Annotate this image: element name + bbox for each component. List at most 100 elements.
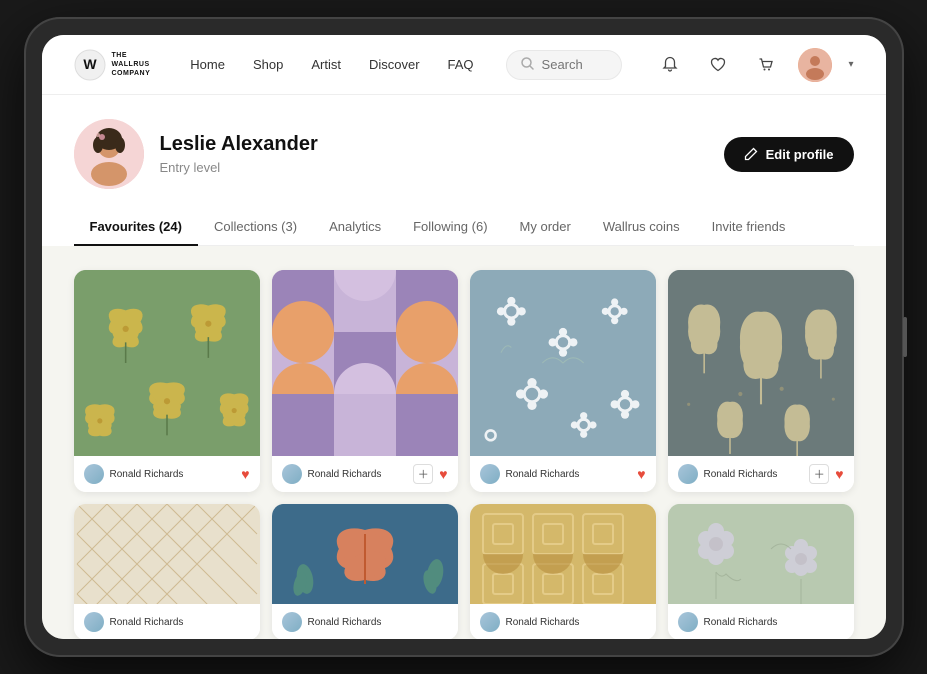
profile-avatar: [74, 119, 144, 189]
card-footer-2: Ronald Richards ＋ ♥: [272, 456, 458, 492]
art-image-7: [470, 504, 656, 604]
card-footer-8: Ronald Richards: [668, 604, 854, 639]
card-footer-5: Ronald Richards: [74, 604, 260, 639]
artist-name-2: Ronald Richards: [308, 469, 382, 480]
art-image-3: [470, 270, 656, 456]
profile-header: Leslie Alexander Entry level Edit profil…: [74, 119, 854, 189]
search-input[interactable]: [542, 57, 608, 72]
art-card-8[interactable]: Ronald Richards: [668, 504, 854, 639]
content-area: Ronald Richards ♥: [42, 246, 886, 639]
art-image-4: [668, 270, 854, 456]
avatar-chevron-icon: ▾: [848, 59, 853, 70]
nav-artist[interactable]: Artist: [311, 57, 341, 72]
card-footer-1: Ronald Richards ♥: [74, 456, 260, 492]
add-to-collection-icon-4[interactable]: ＋: [809, 464, 829, 484]
profile-avatar-img: [74, 119, 144, 189]
art-image-2: [272, 270, 458, 456]
heart-icon-4[interactable]: ♥: [835, 466, 843, 482]
art-image-5: [74, 504, 260, 604]
tab-wallrus-coins[interactable]: Wallrus coins: [587, 209, 696, 246]
profile-text: Leslie Alexander Entry level: [160, 133, 318, 175]
art-card-6[interactable]: Ronald Richards: [272, 504, 458, 639]
card-footer-4: Ronald Richards ＋ ♥: [668, 456, 854, 492]
tablet-screen: W THE WALLRUS COMPANY Home Shop Artist D…: [42, 35, 886, 639]
tab-analytics[interactable]: Analytics: [313, 209, 397, 246]
heart-icon-3[interactable]: ♥: [637, 466, 645, 482]
artist-info-5: Ronald Richards: [84, 612, 184, 632]
edit-profile-button[interactable]: Edit profile: [724, 137, 854, 172]
artist-avatar-7: [480, 612, 500, 632]
card-footer-3: Ronald Richards ♥: [470, 456, 656, 492]
art-image-1: [74, 270, 260, 456]
artist-info-2: Ronald Richards: [282, 464, 382, 484]
card-actions-3: ♥: [637, 466, 645, 482]
edit-profile-label: Edit profile: [766, 147, 834, 162]
art-card-2[interactable]: Ronald Richards ＋ ♥: [272, 270, 458, 492]
tab-following[interactable]: Following (6): [397, 209, 503, 246]
add-to-collection-icon-2[interactable]: ＋: [413, 464, 433, 484]
artist-name-3: Ronald Richards: [506, 469, 580, 480]
artist-avatar-8: [678, 612, 698, 632]
nav-shop[interactable]: Shop: [253, 57, 283, 72]
notification-icon[interactable]: [654, 49, 686, 81]
nav-faq[interactable]: FAQ: [448, 57, 474, 72]
card-actions-2: ＋ ♥: [413, 464, 447, 484]
profile-section: Leslie Alexander Entry level Edit profil…: [42, 95, 886, 246]
svg-text:W: W: [83, 56, 97, 72]
artist-info-7: Ronald Richards: [480, 612, 580, 632]
card-actions-1: ♥: [241, 466, 249, 482]
profile-tabs: Favourites (24) Collections (3) Analytic…: [74, 209, 854, 246]
user-avatar-nav[interactable]: [798, 48, 832, 82]
nav-discover[interactable]: Discover: [369, 57, 420, 72]
artist-info-1: Ronald Richards: [84, 464, 184, 484]
artist-avatar-2: [282, 464, 302, 484]
artist-name-4: Ronald Richards: [704, 469, 778, 480]
heart-icon-1[interactable]: ♥: [241, 466, 249, 482]
art-card-4[interactable]: Ronald Richards ＋ ♥: [668, 270, 854, 492]
wishlist-icon[interactable]: [702, 49, 734, 81]
nav-icons: ▾: [654, 48, 853, 82]
tab-invite-friends[interactable]: Invite friends: [696, 209, 802, 246]
artist-avatar-1: [84, 464, 104, 484]
artist-avatar-4: [678, 464, 698, 484]
nav-home[interactable]: Home: [190, 57, 225, 72]
card-footer-7: Ronald Richards: [470, 604, 656, 639]
artist-name-7: Ronald Richards: [506, 617, 580, 628]
cart-icon[interactable]: [750, 49, 782, 81]
artist-name-1: Ronald Richards: [110, 469, 184, 480]
art-card-7[interactable]: Ronald Richards: [470, 504, 656, 639]
artist-name-6: Ronald Richards: [308, 617, 382, 628]
artist-name-8: Ronald Richards: [704, 617, 778, 628]
profile-level: Entry level: [160, 160, 318, 175]
card-actions-4: ＋ ♥: [809, 464, 843, 484]
art-image-6: [272, 504, 458, 604]
tablet-frame: W THE WALLRUS COMPANY Home Shop Artist D…: [24, 17, 904, 657]
nav-links: Home Shop Artist Discover FAQ: [190, 57, 473, 72]
heart-icon-2[interactable]: ♥: [439, 466, 447, 482]
art-card-5[interactable]: Ronald Richards: [74, 504, 260, 639]
pencil-icon: [744, 147, 758, 161]
profile-info: Leslie Alexander Entry level: [74, 119, 318, 189]
logo-icon: W: [74, 49, 106, 81]
art-image-8: [668, 504, 854, 604]
art-card[interactable]: Ronald Richards ♥: [74, 270, 260, 492]
artist-avatar-5: [84, 612, 104, 632]
side-button: [903, 317, 907, 357]
navbar: W THE WALLRUS COMPANY Home Shop Artist D…: [42, 35, 886, 95]
card-footer-6: Ronald Richards: [272, 604, 458, 639]
artist-name-5: Ronald Richards: [110, 617, 184, 628]
art-grid: Ronald Richards ♥: [74, 270, 854, 639]
artist-avatar-6: [282, 612, 302, 632]
artist-info-4: Ronald Richards: [678, 464, 778, 484]
tab-favourites[interactable]: Favourites (24): [74, 209, 198, 246]
search-icon: [521, 57, 534, 73]
artist-info-3: Ronald Richards: [480, 464, 580, 484]
art-card-3[interactable]: Ronald Richards ♥: [470, 270, 656, 492]
artist-info-8: Ronald Richards: [678, 612, 778, 632]
tab-collections[interactable]: Collections (3): [198, 209, 313, 246]
artist-avatar-3: [480, 464, 500, 484]
tab-my-order[interactable]: My order: [504, 209, 587, 246]
logo[interactable]: W THE WALLRUS COMPANY: [74, 49, 151, 81]
logo-text: THE WALLRUS COMPANY: [112, 51, 151, 78]
artist-info-6: Ronald Richards: [282, 612, 382, 632]
